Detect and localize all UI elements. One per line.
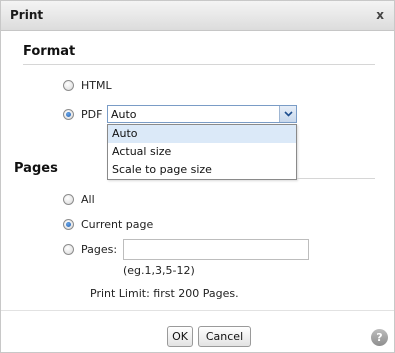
radio-pdf[interactable] [63, 108, 74, 120]
radio-all-label: All [81, 192, 95, 206]
dropdown-option-actual-size[interactable]: Actual size [108, 143, 296, 161]
radio-current-page-label: Current page [81, 217, 154, 231]
format-heading: Format [23, 44, 76, 59]
dialog-title: Print [10, 8, 44, 22]
print-dialog: Print x Format HTML PDF Auto Auto Actual… [0, 0, 395, 353]
help-icon[interactable]: ? [371, 329, 388, 346]
pages-option-range[interactable]: Pages: [63, 241, 117, 257]
format-divider [23, 64, 375, 65]
pages-option-current[interactable]: Current page [63, 216, 153, 232]
dropdown-option-auto[interactable]: Auto [108, 125, 296, 143]
radio-pages[interactable] [63, 243, 74, 255]
format-option-html[interactable]: HTML [63, 77, 112, 93]
page-range-input[interactable] [123, 239, 309, 260]
dialog-titlebar: Print x [1, 1, 394, 31]
footer-divider [1, 310, 394, 311]
radio-current-page[interactable] [63, 218, 74, 230]
radio-all[interactable] [63, 193, 74, 205]
pdf-size-select-value: Auto [111, 108, 137, 121]
radio-pdf-label: PDF [81, 107, 103, 121]
pages-option-all[interactable]: All [63, 191, 95, 207]
radio-pages-label: Pages: [81, 242, 118, 256]
pages-divider [297, 178, 375, 179]
pdf-size-select[interactable]: Auto [107, 105, 297, 123]
radio-html-label: HTML [81, 78, 112, 92]
page-range-hint: (eg.1,3,5-12) [123, 264, 195, 277]
close-icon[interactable]: x [376, 8, 384, 22]
pages-heading: Pages [14, 161, 58, 176]
dropdown-option-scale-to-page[interactable]: Scale to page size [108, 161, 296, 179]
pdf-size-dropdown: Auto Actual size Scale to page size [107, 124, 297, 180]
chevron-down-icon[interactable] [279, 106, 296, 122]
print-limit-note: Print Limit: first 200 Pages. [90, 287, 239, 300]
ok-button[interactable]: OK [167, 326, 193, 347]
radio-html[interactable] [63, 79, 74, 91]
cancel-button[interactable]: Cancel [198, 326, 251, 347]
format-option-pdf[interactable]: PDF [63, 106, 102, 122]
